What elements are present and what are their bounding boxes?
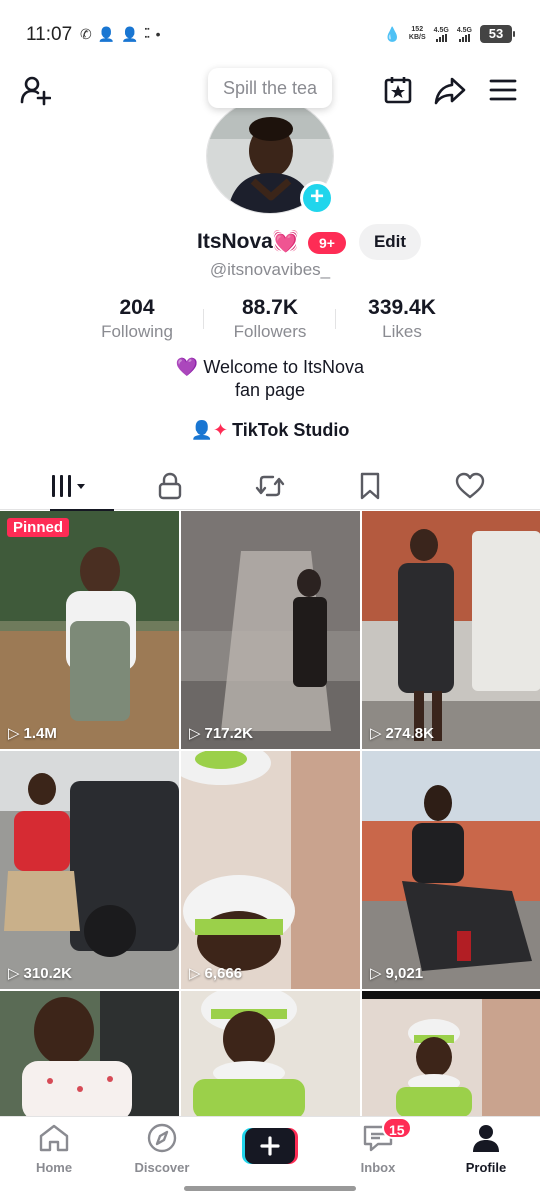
menu-icon[interactable]: [485, 72, 521, 108]
person-icon: 👤: [121, 26, 139, 42]
play-icon: ▷: [8, 725, 20, 742]
inbox-badge: 15: [382, 1117, 412, 1139]
stat-likes[interactable]: 339.4K Likes: [337, 295, 467, 343]
add-friend-icon[interactable]: [17, 72, 53, 108]
video-grid: Pinned ▷ 1.4M ▷ 717.2K ▷ 274.8K ▷ 310.2K…: [0, 511, 540, 1116]
bookmark-icon: [360, 472, 380, 500]
view-count: ▷ 310.2K: [8, 964, 72, 983]
bottom-nav: Home Discover Inbox Profile: [0, 1116, 540, 1178]
data-saver-icon: 💧: [383, 26, 401, 42]
play-icon: ▷: [8, 965, 20, 982]
tab-videos[interactable]: [16, 462, 124, 511]
status-notification-icons: ✆ 👤 👤 ▪▪ ▪▪ •: [80, 24, 160, 44]
dot-icon: •: [155, 26, 161, 42]
compass-icon: [147, 1123, 177, 1153]
tab-favorites[interactable]: [316, 462, 424, 510]
grid-videos-icon: [52, 475, 85, 497]
heart-icon: [455, 472, 485, 499]
repost-icon: [255, 475, 285, 497]
video-thumbnail[interactable]: ▷ 310.2K: [0, 751, 179, 989]
stat-divider: [335, 309, 336, 329]
play-icon: ▷: [189, 965, 201, 982]
tab-liked[interactable]: [416, 462, 524, 510]
note-bubble[interactable]: Spill the tea: [208, 68, 332, 108]
nav-discover[interactable]: Discover: [117, 1123, 207, 1175]
status-right-icons: 💧 152 KB/S 4.5G 4.5G 53: [383, 24, 515, 44]
play-icon: ▷: [370, 725, 382, 742]
battery-icon: 53: [480, 25, 515, 43]
video-thumbnail[interactable]: ▷ 6,666: [181, 751, 360, 989]
studio-icon: 👤✦: [190, 420, 229, 440]
calendar-star-icon[interactable]: [380, 72, 416, 108]
profile-icon: [473, 1125, 499, 1152]
video-thumbnail[interactable]: ▷ 274.8K: [362, 511, 540, 749]
video-thumbnail[interactable]: ▷: [362, 991, 540, 1116]
view-count: ▷ 274.8K: [370, 724, 434, 743]
notification-badge[interactable]: 9+: [308, 232, 346, 254]
net-speed: 152 KB/S: [408, 26, 426, 41]
tab-reposts[interactable]: [216, 462, 324, 510]
stat-divider: [203, 309, 204, 329]
home-icon: [39, 1124, 69, 1152]
stat-followers[interactable]: 88.7K Followers: [205, 295, 335, 343]
add-story-button[interactable]: +: [300, 181, 334, 215]
content-tabs: [0, 462, 540, 511]
view-count: ▷ 717.2K: [189, 724, 253, 743]
video-thumbnail[interactable]: ▷: [0, 991, 179, 1116]
lock-icon: [158, 472, 182, 500]
video-thumbnail[interactable]: ▷: [181, 991, 360, 1116]
view-count: ▷ 1.4M: [8, 724, 57, 743]
create-button[interactable]: [242, 1128, 298, 1164]
name-row: ItsNova💓: [0, 228, 540, 258]
view-count: ▷ 9,021: [370, 964, 424, 983]
play-icon: ▷: [370, 965, 382, 982]
view-count: ▷ 6,666: [189, 964, 243, 983]
nav-profile[interactable]: Profile: [441, 1123, 531, 1175]
share-icon[interactable]: [432, 72, 468, 108]
profile-stats: 204 Following 88.7K Followers 339.4K Lik…: [0, 295, 540, 345]
home-indicator[interactable]: [184, 1186, 356, 1191]
profile-name: ItsNova💓: [197, 230, 300, 253]
profile-bio: 💜 Welcome to ItsNova fan page: [175, 357, 365, 400]
profile-handle: @itsnovavibes_: [209, 260, 331, 279]
whatsapp-icon: ✆: [80, 26, 92, 42]
signal-sim2-icon: 4.5G: [457, 27, 472, 42]
pinned-badge: Pinned: [7, 518, 70, 537]
edit-profile-button[interactable]: Edit: [359, 224, 421, 260]
video-thumbnail[interactable]: Pinned ▷ 1.4M: [0, 511, 179, 749]
video-thumbnail[interactable]: ▷ 9,021: [362, 751, 540, 989]
tiktok-studio-link[interactable]: 👤✦ TikTok Studio: [0, 420, 540, 441]
stat-following[interactable]: 204 Following: [72, 295, 202, 343]
play-icon: ▷: [189, 725, 201, 742]
app-notification-icon: ▪▪ ▪▪: [144, 26, 150, 41]
status-time: 11:07: [26, 24, 73, 45]
video-thumbnail[interactable]: ▷ 717.2K: [181, 511, 360, 749]
nav-home[interactable]: Home: [9, 1123, 99, 1175]
status-bar: 11:07 ✆ 👤 👤 ▪▪ ▪▪ • 💧 152 KB/S 4.5G 4.5G …: [0, 0, 540, 66]
signal-sim1-icon: 4.5G: [434, 27, 449, 42]
tab-private[interactable]: [116, 462, 224, 510]
person-icon: 👤: [97, 26, 116, 42]
